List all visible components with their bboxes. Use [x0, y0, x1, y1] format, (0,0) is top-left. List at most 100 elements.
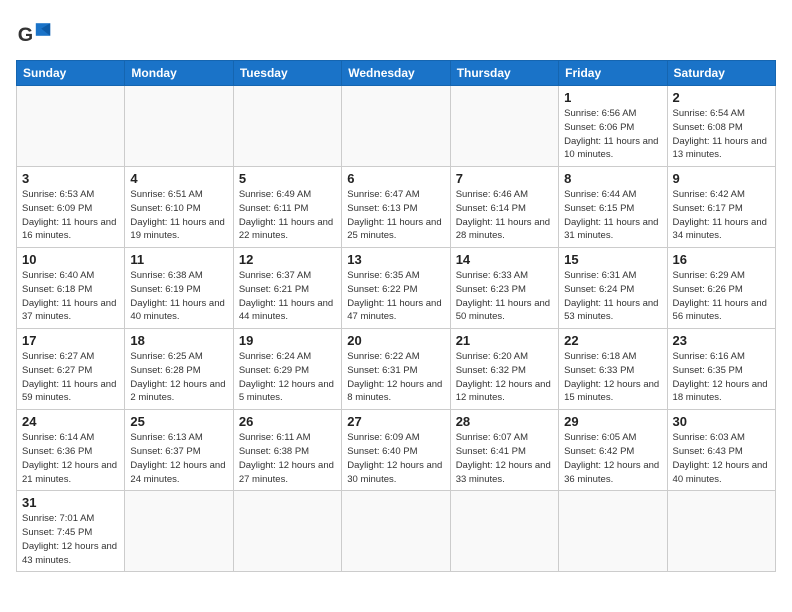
- day-info: Sunrise: 6:33 AM Sunset: 6:23 PM Dayligh…: [456, 269, 553, 324]
- day-info: Sunrise: 6:11 AM Sunset: 6:38 PM Dayligh…: [239, 431, 336, 486]
- day-number: 22: [564, 333, 661, 348]
- day-number: 30: [673, 414, 770, 429]
- day-info: Sunrise: 6:44 AM Sunset: 6:15 PM Dayligh…: [564, 188, 661, 243]
- week-row-5: 24Sunrise: 6:14 AM Sunset: 6:36 PM Dayli…: [17, 410, 776, 491]
- day-cell: [667, 491, 775, 572]
- day-info: Sunrise: 6:31 AM Sunset: 6:24 PM Dayligh…: [564, 269, 661, 324]
- day-number: 3: [22, 171, 119, 186]
- day-cell: 30 Sunrise: 6:03 AM Sunset: 6:43 PM Dayli…: [667, 410, 775, 491]
- day-cell: 11 Sunrise: 6:38 AM Sunset: 6:19 PM Dayli…: [125, 248, 233, 329]
- day-info: Sunrise: 6:46 AM Sunset: 6:14 PM Dayligh…: [456, 188, 553, 243]
- day-number: 31: [22, 495, 119, 510]
- day-cell: 21Sunrise: 6:20 AM Sunset: 6:32 PM Dayli…: [450, 329, 558, 410]
- day-number: 15: [564, 252, 661, 267]
- day-cell: 20 Sunrise: 6:22 AM Sunset: 6:31 PM Dayli…: [342, 329, 450, 410]
- day-cell: [17, 86, 125, 167]
- day-number: 19: [239, 333, 336, 348]
- day-cell: [450, 86, 558, 167]
- day-cell: 28Sunrise: 6:07 AM Sunset: 6:41 PM Dayli…: [450, 410, 558, 491]
- day-number: 6: [347, 171, 444, 186]
- week-row-3: 10Sunrise: 6:40 AM Sunset: 6:18 PM Dayli…: [17, 248, 776, 329]
- day-cell: [342, 491, 450, 572]
- day-info: Sunrise: 6:56 AM Sunset: 6:06 PM Dayligh…: [564, 107, 661, 162]
- day-cell: 5 Sunrise: 6:49 AM Sunset: 6:11 PM Daylig…: [233, 167, 341, 248]
- day-cell: 23 Sunrise: 6:16 AM Sunset: 6:35 PM Dayli…: [667, 329, 775, 410]
- day-cell: [233, 491, 341, 572]
- day-cell: 19Sunrise: 6:24 AM Sunset: 6:29 PM Dayli…: [233, 329, 341, 410]
- day-info: Sunrise: 6:38 AM Sunset: 6:19 PM Dayligh…: [130, 269, 227, 324]
- day-cell: 1 Sunrise: 6:56 AM Sunset: 6:06 PM Daylig…: [559, 86, 667, 167]
- day-info: Sunrise: 6:27 AM Sunset: 6:27 PM Dayligh…: [22, 350, 119, 405]
- day-number: 25: [130, 414, 227, 429]
- logo-svg: G: [16, 16, 52, 52]
- day-info: Sunrise: 6:40 AM Sunset: 6:18 PM Dayligh…: [22, 269, 119, 324]
- day-info: Sunrise: 6:16 AM Sunset: 6:35 PM Dayligh…: [673, 350, 770, 405]
- weekday-header-sunday: Sunday: [17, 61, 125, 86]
- day-number: 11: [130, 252, 227, 267]
- day-info: Sunrise: 6:53 AM Sunset: 6:09 PM Dayligh…: [22, 188, 119, 243]
- day-number: 9: [673, 171, 770, 186]
- day-cell: 27Sunrise: 6:09 AM Sunset: 6:40 PM Dayli…: [342, 410, 450, 491]
- day-number: 23: [673, 333, 770, 348]
- week-row-2: 3 Sunrise: 6:53 AM Sunset: 6:09 PM Daylig…: [17, 167, 776, 248]
- week-row-6: 31 Sunrise: 7:01 AM Sunset: 7:45 PM Dayli…: [17, 491, 776, 572]
- day-cell: [342, 86, 450, 167]
- weekday-header-row: SundayMondayTuesdayWednesdayThursdayFrid…: [17, 61, 776, 86]
- day-cell: 12Sunrise: 6:37 AM Sunset: 6:21 PM Dayli…: [233, 248, 341, 329]
- day-cell: 3 Sunrise: 6:53 AM Sunset: 6:09 PM Daylig…: [17, 167, 125, 248]
- day-info: Sunrise: 6:35 AM Sunset: 6:22 PM Dayligh…: [347, 269, 444, 324]
- day-number: 14: [456, 252, 553, 267]
- weekday-header-saturday: Saturday: [667, 61, 775, 86]
- day-info: Sunrise: 6:37 AM Sunset: 6:21 PM Dayligh…: [239, 269, 336, 324]
- day-info: Sunrise: 6:07 AM Sunset: 6:41 PM Dayligh…: [456, 431, 553, 486]
- day-cell: [125, 86, 233, 167]
- logo: G: [16, 16, 58, 52]
- day-number: 27: [347, 414, 444, 429]
- day-cell: [450, 491, 558, 572]
- day-cell: 7 Sunrise: 6:46 AM Sunset: 6:14 PM Daylig…: [450, 167, 558, 248]
- week-row-1: 1 Sunrise: 6:56 AM Sunset: 6:06 PM Daylig…: [17, 86, 776, 167]
- day-cell: 29Sunrise: 6:05 AM Sunset: 6:42 PM Dayli…: [559, 410, 667, 491]
- day-cell: 16 Sunrise: 6:29 AM Sunset: 6:26 PM Dayli…: [667, 248, 775, 329]
- day-info: Sunrise: 6:49 AM Sunset: 6:11 PM Dayligh…: [239, 188, 336, 243]
- day-info: Sunrise: 6:03 AM Sunset: 6:43 PM Dayligh…: [673, 431, 770, 486]
- day-number: 4: [130, 171, 227, 186]
- day-number: 16: [673, 252, 770, 267]
- day-info: Sunrise: 6:22 AM Sunset: 6:31 PM Dayligh…: [347, 350, 444, 405]
- day-info: Sunrise: 6:25 AM Sunset: 6:28 PM Dayligh…: [130, 350, 227, 405]
- weekday-header-tuesday: Tuesday: [233, 61, 341, 86]
- day-number: 7: [456, 171, 553, 186]
- day-cell: 26Sunrise: 6:11 AM Sunset: 6:38 PM Dayli…: [233, 410, 341, 491]
- weekday-header-wednesday: Wednesday: [342, 61, 450, 86]
- day-number: 8: [564, 171, 661, 186]
- day-info: Sunrise: 6:47 AM Sunset: 6:13 PM Dayligh…: [347, 188, 444, 243]
- day-cell: 8 Sunrise: 6:44 AM Sunset: 6:15 PM Daylig…: [559, 167, 667, 248]
- day-info: Sunrise: 6:14 AM Sunset: 6:36 PM Dayligh…: [22, 431, 119, 486]
- day-cell: 10Sunrise: 6:40 AM Sunset: 6:18 PM Dayli…: [17, 248, 125, 329]
- day-cell: 2Sunrise: 6:54 AM Sunset: 6:08 PM Daylig…: [667, 86, 775, 167]
- day-cell: [233, 86, 341, 167]
- week-row-4: 17 Sunrise: 6:27 AM Sunset: 6:27 PM Dayli…: [17, 329, 776, 410]
- weekday-header-thursday: Thursday: [450, 61, 558, 86]
- day-cell: 18Sunrise: 6:25 AM Sunset: 6:28 PM Dayli…: [125, 329, 233, 410]
- day-cell: 25Sunrise: 6:13 AM Sunset: 6:37 PM Dayli…: [125, 410, 233, 491]
- day-info: Sunrise: 6:20 AM Sunset: 6:32 PM Dayligh…: [456, 350, 553, 405]
- day-number: 17: [22, 333, 119, 348]
- day-number: 29: [564, 414, 661, 429]
- day-cell: 14 Sunrise: 6:33 AM Sunset: 6:23 PM Dayli…: [450, 248, 558, 329]
- day-number: 1: [564, 90, 661, 105]
- day-number: 20: [347, 333, 444, 348]
- day-info: Sunrise: 6:42 AM Sunset: 6:17 PM Dayligh…: [673, 188, 770, 243]
- day-info: Sunrise: 7:01 AM Sunset: 7:45 PM Dayligh…: [22, 512, 119, 567]
- day-cell: 6 Sunrise: 6:47 AM Sunset: 6:13 PM Daylig…: [342, 167, 450, 248]
- day-cell: [125, 491, 233, 572]
- day-cell: 22Sunrise: 6:18 AM Sunset: 6:33 PM Dayli…: [559, 329, 667, 410]
- day-cell: 15 Sunrise: 6:31 AM Sunset: 6:24 PM Dayli…: [559, 248, 667, 329]
- weekday-header-friday: Friday: [559, 61, 667, 86]
- day-info: Sunrise: 6:29 AM Sunset: 6:26 PM Dayligh…: [673, 269, 770, 324]
- day-cell: 4Sunrise: 6:51 AM Sunset: 6:10 PM Daylig…: [125, 167, 233, 248]
- day-cell: 24Sunrise: 6:14 AM Sunset: 6:36 PM Dayli…: [17, 410, 125, 491]
- day-number: 5: [239, 171, 336, 186]
- header: G: [16, 16, 776, 52]
- day-cell: 13Sunrise: 6:35 AM Sunset: 6:22 PM Dayli…: [342, 248, 450, 329]
